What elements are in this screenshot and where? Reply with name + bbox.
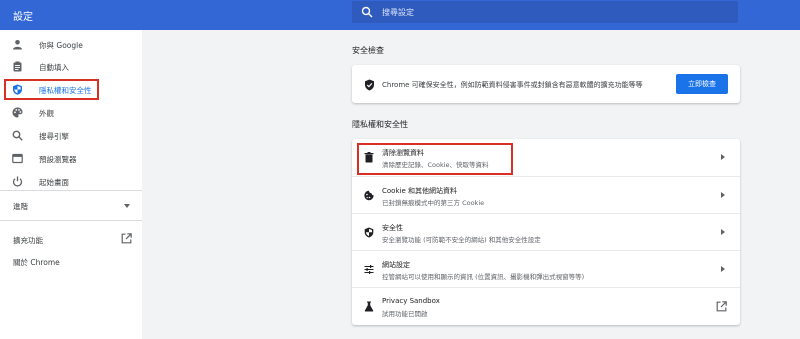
sidebar-divider bbox=[0, 190, 142, 191]
search-icon bbox=[361, 6, 373, 18]
browser-icon bbox=[12, 153, 23, 164]
search-input[interactable]: 搜尋設定 bbox=[382, 7, 414, 18]
external-link-icon[interactable] bbox=[121, 233, 132, 244]
row-privacy-sandbox[interactable]: Privacy Sandbox 試用功能已開啟 bbox=[352, 287, 740, 325]
sidebar-item-label: 你與 Google bbox=[39, 41, 83, 50]
shield-icon bbox=[364, 227, 374, 238]
row-subtitle: 已封鎖無痕模式中的第三方 Cookie bbox=[382, 199, 485, 207]
sidebar-item-label: 預設瀏覽器 bbox=[39, 155, 77, 164]
chevron-right-icon bbox=[721, 266, 725, 272]
sidebar-item-appearance[interactable]: 外觀 bbox=[0, 102, 142, 124]
search-box[interactable]: 搜尋設定 bbox=[352, 1, 738, 23]
row-title: Privacy Sandbox bbox=[382, 297, 440, 305]
highlight-box-clear-data bbox=[357, 143, 513, 175]
row-title: Cookie 和其他網站資料 bbox=[382, 187, 457, 195]
sidebar-item-label: 外觀 bbox=[39, 109, 54, 118]
safety-check-card: Chrome 可確保安全性，例如防範資料侵害事件或封鎖含有惡意軟體的擴充功能等等… bbox=[352, 65, 740, 103]
chevron-right-icon bbox=[721, 192, 725, 198]
chevron-right-icon bbox=[721, 229, 725, 235]
row-subtitle: 試用功能已開啟 bbox=[382, 310, 428, 318]
flask-icon bbox=[364, 301, 374, 312]
sidebar-item-you-and-google[interactable]: 你與 Google bbox=[0, 34, 142, 56]
cookie-icon bbox=[364, 190, 374, 201]
tune-icon bbox=[364, 265, 374, 274]
sidebar-divider bbox=[0, 220, 142, 221]
external-link-icon bbox=[716, 301, 727, 312]
clipboard-icon bbox=[13, 61, 22, 72]
row-site-settings[interactable]: 網站設定 控管網站可以使用和顯示的資訊 (位置資訊、攝影機和彈出式視窗等等) bbox=[352, 250, 740, 288]
search-icon bbox=[12, 130, 23, 141]
palette-icon bbox=[12, 107, 23, 118]
sidebar: 你與 Google 自動填入 隱私權和安全性 外觀 搜尋引擎 預設瀏覽器 起始畫… bbox=[0, 30, 142, 339]
highlight-box-privacy bbox=[4, 79, 99, 100]
chevron-down-icon[interactable] bbox=[124, 204, 130, 208]
sidebar-item-extensions[interactable]: 擴充功能 bbox=[13, 235, 43, 246]
page-title: 設定 bbox=[13, 12, 33, 23]
sidebar-item-default-browser[interactable]: 預設瀏覽器 bbox=[0, 148, 142, 170]
row-title: 網站設定 bbox=[382, 261, 410, 269]
row-subtitle: 安全瀏覽功能 (可防範不安全的網站) 和其他安全性設定 bbox=[382, 236, 541, 244]
shield-check-icon bbox=[365, 79, 374, 91]
sidebar-item-label: 搜尋引擎 bbox=[39, 132, 69, 141]
top-bar: 設定 搜尋設定 bbox=[0, 0, 800, 30]
chevron-right-icon bbox=[721, 154, 725, 160]
sidebar-advanced-toggle[interactable]: 進階 bbox=[13, 201, 28, 212]
person-icon bbox=[13, 40, 22, 50]
power-icon bbox=[12, 176, 23, 187]
row-title: 安全性 bbox=[382, 224, 403, 232]
safety-check-heading: 安全檢查 bbox=[352, 46, 384, 55]
safety-check-description: Chrome 可確保安全性，例如防範資料侵害事件或封鎖含有惡意軟體的擴充功能等等 bbox=[382, 81, 643, 89]
privacy-security-heading: 隱私權和安全性 bbox=[352, 120, 408, 129]
row-subtitle: 控管網站可以使用和顯示的資訊 (位置資訊、攝影機和彈出式視窗等等) bbox=[382, 273, 585, 281]
check-now-button[interactable]: 立即檢查 bbox=[676, 74, 728, 94]
sidebar-item-search-engine[interactable]: 搜尋引擎 bbox=[0, 125, 142, 147]
row-security[interactable]: 安全性 安全瀏覽功能 (可防範不安全的網站) 和其他安全性設定 bbox=[352, 213, 740, 251]
sidebar-item-autofill[interactable]: 自動填入 bbox=[0, 56, 142, 78]
row-cookies-and-site-data[interactable]: Cookie 和其他網站資料 已封鎖無痕模式中的第三方 Cookie bbox=[352, 176, 740, 214]
sidebar-item-label: 起始畫面 bbox=[39, 178, 69, 187]
sidebar-item-about-chrome[interactable]: 關於 Chrome bbox=[13, 257, 60, 268]
sidebar-item-label: 自動填入 bbox=[39, 63, 69, 72]
